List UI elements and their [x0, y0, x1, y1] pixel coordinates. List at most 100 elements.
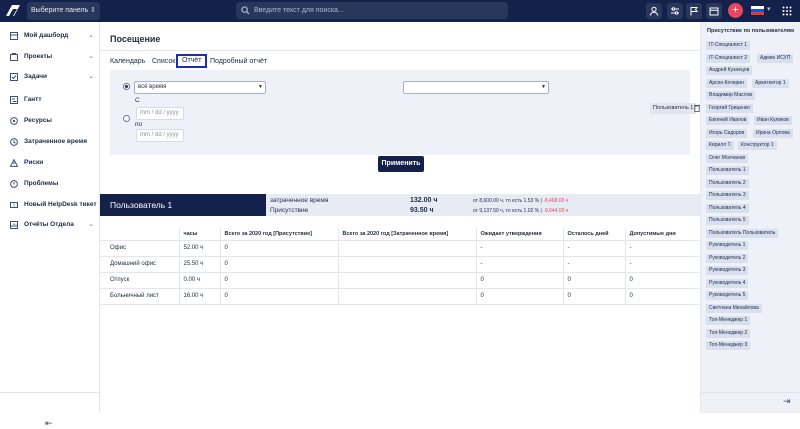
sidebar-item-label: Отчёты Отдела — [24, 221, 74, 228]
sidebar-item-label: Новый HelpDesk тикет — [24, 201, 97, 208]
language-flag-icon[interactable] — [751, 6, 764, 15]
date-range-radio[interactable] — [123, 115, 130, 122]
user-chip[interactable]: Пользователь 5 — [706, 216, 749, 225]
user-chip[interactable]: Пользователь 2 — [706, 179, 749, 188]
user-chip[interactable]: Топ-Менеджер 3 — [706, 341, 751, 350]
user-select[interactable]: ▼ — [403, 81, 549, 94]
user-chip[interactable]: Руководитель 2 — [706, 254, 749, 263]
user-chip[interactable]: Пользователь 4 — [706, 204, 749, 213]
chevron-down-icon[interactable]: ▾ — [767, 5, 771, 13]
user-chip[interactable]: Топ-Менеджер 1 — [706, 316, 751, 325]
chevron-down-icon: ⌄ — [88, 53, 94, 60]
table-cell: 0.00 ч — [178, 272, 220, 289]
sidebar-item-gantt[interactable]: Гантт — [0, 92, 100, 108]
table-cell: Офис — [100, 240, 179, 257]
user-chip[interactable]: Евгений Иванов — [706, 116, 750, 125]
user-chip[interactable]: Игорь Сидоров — [706, 129, 748, 138]
tab-report[interactable]: Отчёт — [176, 54, 208, 68]
summary-note-separator: | — [540, 208, 542, 214]
tab-list[interactable]: Список — [152, 55, 175, 68]
user-chip[interactable]: Руководитель 1 — [706, 241, 749, 250]
search-icon — [241, 6, 250, 15]
chevron-down-icon: ⌄ — [88, 73, 94, 80]
sidebar-item-department-reports[interactable]: Отчёты Отдела ⌄ — [0, 217, 100, 233]
user-chip[interactable]: Георгий Гриценко — [706, 104, 753, 113]
user-chip[interactable]: Кирилл Т. — [706, 141, 735, 150]
user-chip[interactable]: Топ-Менеджер 2 — [706, 329, 751, 338]
column-header: Осталось дней — [562, 228, 625, 241]
table-cell: Отпуск — [100, 272, 179, 289]
table-cell — [337, 272, 476, 289]
user-chip[interactable]: Конструктор 1 — [738, 141, 777, 150]
user-chip[interactable]: Ирина Орлова — [753, 129, 793, 138]
user-chip[interactable]: Арсен Кочерин — [706, 79, 747, 88]
table-cell: 0 — [219, 240, 338, 257]
user-chip[interactable]: Олег Молчанов — [706, 154, 749, 163]
period-radio[interactable] — [123, 83, 130, 90]
period-select[interactable]: всё время ▼ — [134, 81, 266, 94]
tab-detailed-report[interactable]: Подробный отчёт — [210, 55, 267, 68]
calendar-button[interactable] — [706, 3, 722, 19]
user-chip[interactable]: IT-Специалист 2 — [706, 54, 751, 63]
flag-button[interactable] — [686, 3, 702, 19]
collapse-sidebar-icon[interactable]: ⇤ — [45, 418, 53, 429]
date-to-input[interactable]: mm / dd / yyyy — [136, 129, 184, 142]
user-chip[interactable]: Руководитель 3 — [706, 266, 749, 275]
table-row: Отпуск 0.00 ч 0 0 0 0 — [100, 272, 700, 289]
sidebar-item-risks[interactable]: Риски — [0, 155, 100, 171]
gantt-icon — [10, 96, 18, 104]
user-chip[interactable]: Андрей Кузнецов — [706, 66, 753, 75]
sidebar-item-projects[interactable]: Проекты ⌄ — [0, 49, 100, 65]
sidebar-item-helpdesk[interactable]: Новый HelpDesk тикет — [0, 197, 100, 213]
tab-calendar[interactable]: Календарь — [110, 55, 145, 68]
plus-icon[interactable]: + — [728, 3, 743, 18]
table-cell: - — [624, 240, 700, 257]
search-input[interactable]: Введите текст для поиска... — [236, 2, 508, 19]
ticket-icon — [10, 202, 18, 208]
user-chip[interactable]: Светлана Михайлова — [706, 304, 762, 313]
user-chip[interactable]: IT-Специалист 1 — [706, 41, 751, 50]
projects-icon — [10, 53, 18, 61]
sidebar-item-label: Гантт — [24, 96, 42, 103]
risk-icon — [10, 159, 18, 167]
sidebar-item-dashboard[interactable]: Мой дашборд ⌄ — [0, 28, 100, 44]
table-cell: 0 — [624, 288, 700, 305]
table-cell: 0 — [219, 256, 338, 273]
user-chip[interactable]: Руководитель 5 — [706, 291, 749, 300]
panel-select[interactable]: Выберите панель ⇕ — [27, 2, 100, 20]
selected-user-chip: Пользователь 1 — [650, 103, 697, 114]
summary-note-negative: -8,468.00 ч — [543, 198, 569, 204]
user-chip[interactable]: Архитектор 1 — [752, 79, 789, 88]
apply-button[interactable]: Применить — [378, 156, 424, 172]
filter-panel: всё время ▼ С mm / dd / yyyy по mm / dd … — [110, 70, 690, 155]
table-cell: 25.50 ч — [178, 256, 220, 273]
sidebar-item-problems[interactable]: Проблемы — [0, 176, 100, 192]
user-chip[interactable]: Руководитель 4 — [706, 279, 749, 288]
chevron-updown-icon: ⇕ — [90, 7, 96, 14]
sidebar-item-label: Проекты — [24, 53, 53, 60]
sidebar-item-time[interactable]: Затраченное время — [0, 134, 100, 150]
table-cell: 16.00 ч — [178, 288, 220, 305]
sidebar-item-resources[interactable]: Ресурсы — [0, 113, 100, 129]
user-chip[interactable]: Пользователь 3 — [706, 191, 749, 200]
user-chip[interactable]: Иван Куликов — [754, 116, 792, 125]
sidebar-item-tasks[interactable]: Задачи ⌄ — [0, 69, 100, 85]
user-chip[interactable]: Пользователь 1 — [706, 166, 749, 175]
clock-icon — [10, 138, 18, 146]
user-chip[interactable]: Пользователь Пользователь — [706, 229, 779, 238]
user-chip[interactable]: Владимир Маслов — [706, 91, 756, 100]
user-icon — [649, 6, 659, 16]
logo-icon[interactable] — [4, 3, 22, 18]
summary-note-separator: | — [540, 198, 542, 204]
table-cell — [337, 288, 476, 305]
settings-button[interactable] — [667, 3, 683, 19]
expand-panel-icon[interactable]: ⇥ — [783, 396, 791, 407]
grid-icon[interactable] — [782, 6, 792, 16]
panel-title: Присутствие по пользователям — [707, 28, 795, 34]
user-chip[interactable]: Админ ИСУП — [757, 54, 794, 63]
table-cell: - — [562, 240, 625, 257]
date-from-input[interactable]: mm / dd / yyyy — [136, 107, 184, 120]
tasks-icon — [10, 73, 18, 81]
user-button[interactable] — [646, 3, 662, 19]
table-row: Домашний офис 25.50 ч 0 - - - — [100, 256, 700, 273]
